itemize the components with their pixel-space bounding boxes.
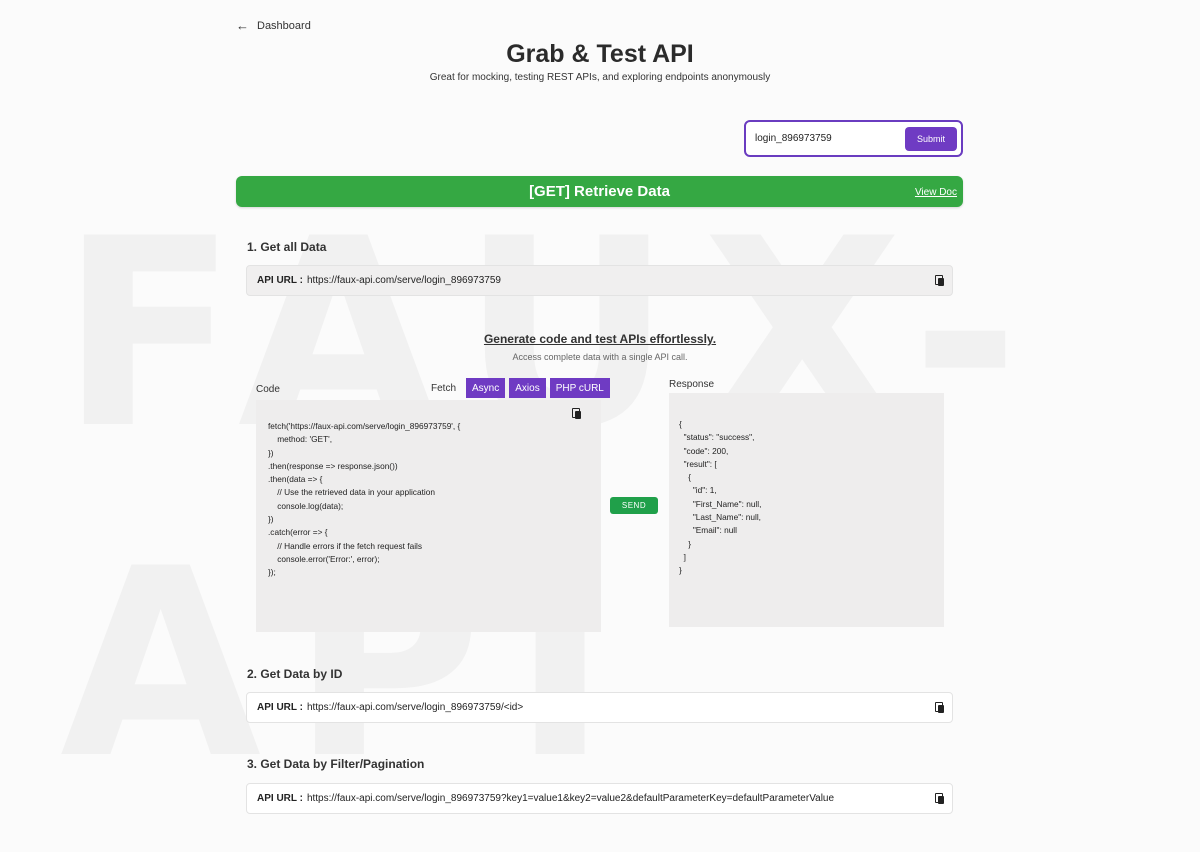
tab-async[interactable]: Async bbox=[466, 378, 506, 398]
section-title-get-by-id: 2. Get Data by ID bbox=[247, 667, 343, 681]
generator-title: Generate code and test APIs effortlessly… bbox=[483, 332, 717, 346]
api-url-box-get-by-filter: API URL : https://faux-api.com/serve/log… bbox=[246, 783, 953, 814]
identifier-form: Submit bbox=[744, 120, 963, 157]
back-link-label: Dashboard bbox=[257, 19, 311, 32]
api-url-value: https://faux-api.com/serve/login_8969737… bbox=[306, 702, 524, 713]
tab-axios[interactable]: Axios bbox=[509, 378, 546, 398]
method-banner: [GET] Retrieve Data View Doc bbox=[236, 176, 963, 207]
api-url-value: https://faux-api.com/serve/login_8969737… bbox=[306, 793, 835, 804]
copy-icon[interactable] bbox=[935, 702, 944, 713]
copy-icon[interactable] bbox=[572, 408, 581, 419]
identifier-input[interactable] bbox=[755, 133, 895, 144]
api-url-label: API URL : bbox=[257, 793, 303, 804]
response-label: Response bbox=[669, 379, 715, 390]
submit-button[interactable]: Submit bbox=[905, 126, 957, 151]
banner-title: [GET] Retrieve Data bbox=[529, 183, 670, 200]
code-language-tabs: Fetch Async Axios PHP cURL bbox=[425, 378, 610, 398]
back-to-dashboard-link[interactable]: ← Dashboard bbox=[236, 18, 311, 33]
code-panel: fetch('https://faux-api.com/serve/login_… bbox=[256, 400, 601, 632]
api-url-value: https://faux-api.com/serve/login_8969737… bbox=[306, 275, 501, 286]
send-button[interactable]: SEND bbox=[610, 497, 658, 514]
copy-icon[interactable] bbox=[935, 275, 944, 286]
api-url-box-get-by-id: API URL : https://faux-api.com/serve/log… bbox=[246, 692, 953, 723]
page-title: Grab & Test API bbox=[506, 40, 694, 68]
page-subtitle: Great for mocking, testing REST APIs, an… bbox=[429, 72, 771, 83]
api-url-box-get-all: API URL : https://faux-api.com/serve/log… bbox=[246, 265, 953, 296]
tab-php-curl[interactable]: PHP cURL bbox=[549, 378, 610, 398]
copy-icon[interactable] bbox=[935, 793, 944, 804]
view-doc-link[interactable]: View Doc bbox=[915, 187, 957, 198]
response-body: { "status": "success", "code": 200, "res… bbox=[679, 419, 762, 576]
generator-subtitle: Access complete data with a single API c… bbox=[512, 352, 688, 362]
section-title-get-all: 1. Get all Data bbox=[247, 240, 327, 254]
arrow-left-icon: ← bbox=[236, 18, 249, 33]
api-url-label: API URL : bbox=[257, 702, 303, 713]
section-title-get-by-filter: 3. Get Data by Filter/Pagination bbox=[247, 757, 425, 771]
response-panel: { "status": "success", "code": 200, "res… bbox=[669, 393, 944, 627]
api-url-label: API URL : bbox=[257, 275, 303, 286]
tab-fetch[interactable]: Fetch bbox=[425, 378, 462, 398]
code-label: Code bbox=[256, 384, 280, 395]
code-snippet: fetch('https://faux-api.com/serve/login_… bbox=[268, 421, 461, 578]
